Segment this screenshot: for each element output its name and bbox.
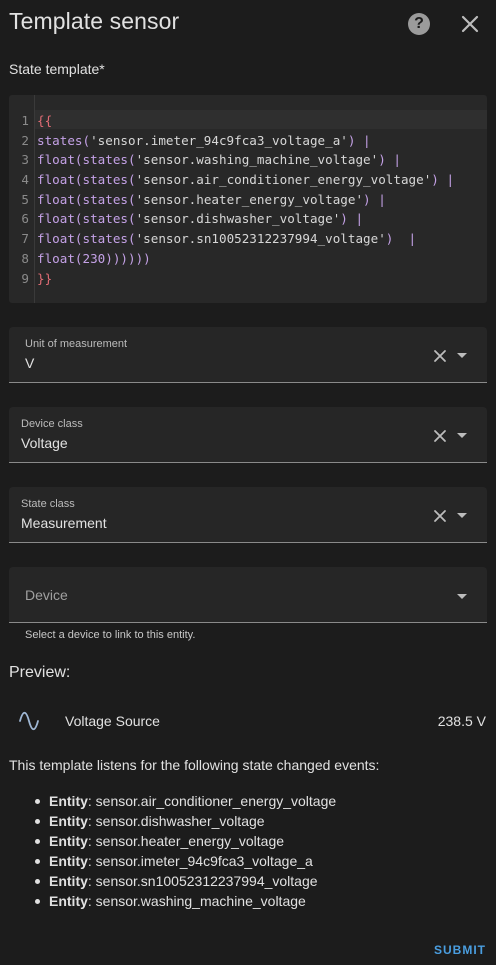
- state-template-editor[interactable]: 1 {{ 2 states('sensor.imeter_94c9fca3_volta…: [9, 95, 487, 303]
- device-placeholder: Device: [25, 587, 68, 603]
- code-line[interactable]: 2 states('sensor.imeter_94c9fca3_voltage_…: [9, 131, 487, 151]
- state-template-label: State template*: [9, 61, 105, 77]
- code-text[interactable]: {{: [37, 111, 52, 131]
- device-field[interactable]: Device: [9, 567, 487, 623]
- chevron-down-icon[interactable]: [457, 353, 467, 358]
- preview-heading: Preview:: [9, 664, 71, 681]
- code-text[interactable]: }}: [37, 269, 52, 289]
- dialog-header: Template sensor ?: [0, 0, 496, 48]
- unit-label: Unit of measurement: [25, 338, 128, 350]
- device-class-field[interactable]: Device class Voltage: [9, 407, 487, 463]
- code-text[interactable]: states('sensor.imeter_94c9fca3_voltage_a…: [37, 131, 371, 151]
- listened-entities-list: Entity: sensor.air_conditioner_energy_vo…: [34, 791, 337, 911]
- line-number: 1: [21, 113, 29, 128]
- code-text[interactable]: float(states('sensor.air_conditioner_ene…: [37, 170, 454, 190]
- state-class-field[interactable]: State class Measurement: [9, 487, 487, 543]
- code-line[interactable]: 1 {{: [9, 111, 487, 131]
- code-line[interactable]: 8 float(230)))))): [9, 249, 487, 269]
- code-line[interactable]: 5 float(states('sensor.heater_energy_volt…: [9, 190, 487, 210]
- device-class-label: Device class: [21, 418, 83, 430]
- entity-key-label: Entity: [49, 813, 88, 829]
- code-text[interactable]: float(states('sensor.heater_energy_volta…: [37, 190, 386, 210]
- code-line[interactable]: 7 float(states('sensor.sn10052312237994_v…: [9, 229, 487, 249]
- code-lines[interactable]: 1 {{ 2 states('sensor.imeter_94c9fca3_volta…: [9, 111, 487, 288]
- code-text[interactable]: float(states('sensor.dishwasher_voltage'…: [37, 209, 363, 229]
- line-number: 4: [21, 172, 29, 188]
- device-class-value[interactable]: Voltage: [21, 435, 68, 451]
- list-item: Entity: sensor.heater_energy_voltage: [34, 831, 336, 851]
- close-icon[interactable]: [459, 13, 481, 35]
- list-item: Entity: sensor.washing_machine_voltage: [34, 891, 336, 911]
- line-number: 9: [21, 270, 29, 286]
- preview-entity-name: Voltage Source: [65, 713, 160, 729]
- list-item: Entity: sensor.air_conditioner_energy_vo…: [34, 793, 337, 809]
- code-text[interactable]: float(states('sensor.washing_machine_vol…: [37, 150, 401, 170]
- code-line[interactable]: 6 float(states('sensor.dishwasher_voltage…: [9, 209, 487, 229]
- line-number: 6: [21, 211, 29, 227]
- device-helper-text: Select a device to link to this entity.: [25, 629, 196, 641]
- line-number: 3: [21, 152, 29, 168]
- chevron-down-icon[interactable]: [457, 513, 467, 518]
- help-icon[interactable]: ?: [408, 13, 430, 35]
- preview-entity-state: 238.5 V: [437, 713, 486, 729]
- chevron-down-icon[interactable]: [457, 594, 467, 599]
- list-item: Entity: sensor.imeter_94c9fca3_voltage_a: [34, 851, 336, 871]
- dialog-title: Template sensor: [9, 8, 180, 34]
- entity-key-label: Entity: [49, 893, 88, 909]
- line-number: 5: [21, 191, 29, 207]
- chevron-down-icon[interactable]: [457, 433, 467, 438]
- line-number: 2: [21, 132, 29, 148]
- clear-icon[interactable]: [432, 348, 448, 364]
- entity-id: sensor.heater_energy_voltage: [95, 833, 285, 849]
- entity-key-label: Entity: [49, 873, 88, 889]
- list-item: Entity: sensor.dishwasher_voltage: [34, 811, 336, 831]
- code-line[interactable]: 4 float(states('sensor.air_conditioner_en…: [9, 170, 487, 190]
- list-item: Entity: sensor.sn10052312237994_voltage: [34, 871, 336, 891]
- entity-key-label: Entity: [49, 833, 88, 849]
- entity-key-label: Entity: [49, 793, 88, 809]
- entity-id: sensor.dishwasher_voltage: [95, 813, 265, 829]
- state-class-label: State class: [21, 498, 75, 510]
- entity-id: sensor.imeter_94c9fca3_voltage_a: [95, 853, 313, 869]
- entity-id: sensor.washing_machine_voltage: [95, 893, 306, 909]
- entity-id: sensor.air_conditioner_energy_voltage: [95, 793, 337, 809]
- unit-of-measurement-field[interactable]: Unit of measurement V: [9, 327, 487, 383]
- line-number: 8: [21, 250, 29, 266]
- code-text[interactable]: float(230)))))): [37, 249, 151, 269]
- state-class-value[interactable]: Measurement: [21, 515, 107, 531]
- sine-wave-icon: [18, 710, 40, 732]
- unit-value[interactable]: V: [25, 355, 34, 371]
- clear-icon[interactable]: [432, 428, 448, 444]
- entity-key-label: Entity: [49, 853, 88, 869]
- line-number: 7: [21, 231, 29, 247]
- entity-id: sensor.sn10052312237994_voltage: [95, 873, 318, 889]
- submit-button[interactable]: SUBMIT: [434, 943, 486, 957]
- code-line[interactable]: 3 float(states('sensor.washing_machine_vo…: [9, 150, 487, 170]
- listens-intro: This template listens for the following …: [9, 757, 380, 773]
- code-line[interactable]: 9}}: [9, 269, 487, 289]
- code-text[interactable]: float(states('sensor.sn10052312237994_vo…: [37, 229, 416, 249]
- clear-icon[interactable]: [432, 508, 448, 524]
- preview-entity-row[interactable]: Voltage Source 238.5 V: [0, 700, 496, 742]
